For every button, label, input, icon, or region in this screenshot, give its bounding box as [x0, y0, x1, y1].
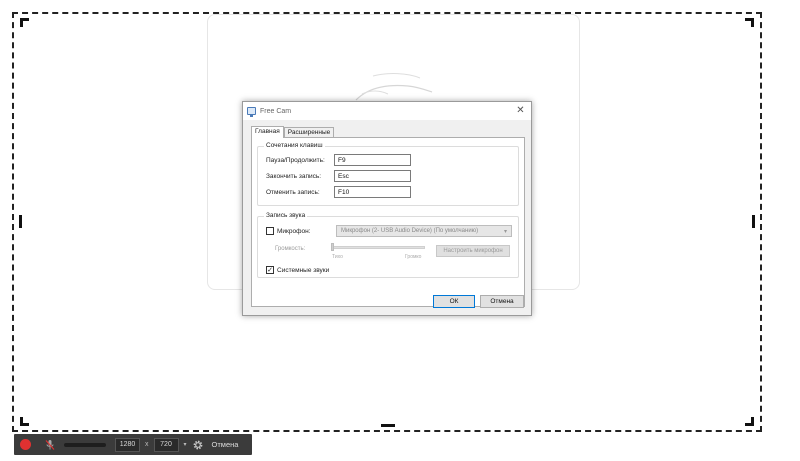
sound-group-title: Запись звука [264, 212, 308, 219]
volume-slider-track[interactable] [331, 246, 425, 249]
volume-label: Громкость: [275, 246, 306, 252]
record-icon[interactable] [20, 439, 31, 450]
volume-min-label: Тихо [332, 254, 343, 260]
hotkey-row-pause: Пауза/Продолжить: [266, 154, 411, 166]
corner-handle-bottom-right[interactable] [745, 417, 754, 426]
checkbox-check-icon: ✓ [267, 266, 273, 274]
hotkey-pause-input[interactable] [334, 154, 411, 166]
microphone-label: Микрофон: [277, 227, 311, 235]
tab-panel-main: Сочетания клавиш Пауза/Продолжить: Закон… [251, 137, 525, 307]
microphone-checkbox[interactable] [266, 227, 274, 235]
width-input[interactable]: 1280 [115, 437, 140, 452]
gear-icon[interactable] [192, 439, 204, 451]
dialog-title: Free Cam [260, 107, 292, 115]
corner-handle-bottom-left[interactable] [20, 417, 29, 426]
volume-level-bar[interactable] [64, 442, 106, 447]
volume-slider-thumb[interactable] [331, 243, 334, 251]
ok-button[interactable]: ОК [433, 295, 475, 308]
toolbar-cancel-button[interactable]: Отмена [212, 440, 239, 449]
hotkey-cancel-input[interactable] [334, 186, 411, 198]
tab-main[interactable]: Главная [251, 126, 284, 138]
hotkey-cancel-label: Отменить запись: [266, 188, 320, 196]
edge-handle-right[interactable] [752, 215, 755, 228]
mic-muted-icon[interactable] [44, 439, 56, 451]
height-input[interactable]: 720 [153, 437, 179, 452]
configure-microphone-button[interactable]: Настроить микрофон [436, 245, 510, 257]
chevron-down-icon[interactable]: ▾ [184, 441, 187, 448]
free-cam-settings-dialog: Free Cam ✕ Главная Расширенные Сочетания… [242, 101, 532, 316]
microphone-device-value: Микрофон (2- USB Audio Device) (По умолч… [341, 228, 479, 234]
microphone-device-select[interactable]: Микрофон (2- USB Audio Device) (По умолч… [336, 225, 512, 237]
corner-handle-top-left[interactable] [20, 18, 29, 27]
system-sounds-row: ✓ Системные звуки [266, 266, 329, 274]
system-sounds-checkbox[interactable]: ✓ [266, 266, 274, 274]
hotkey-row-cancel: Отменить запись: [266, 186, 411, 198]
volume-max-label: Громко [405, 254, 422, 260]
hotkey-row-stop: Закончить запись: [266, 170, 411, 182]
dialog-titlebar[interactable]: Free Cam ✕ [243, 102, 531, 120]
cancel-button[interactable]: Отмена [480, 295, 524, 308]
edge-handle-left[interactable] [19, 215, 22, 228]
hotkey-pause-label: Пауза/Продолжить: [266, 156, 325, 164]
system-sounds-label: Системные звуки [277, 266, 330, 274]
corner-handle-top-right[interactable] [745, 18, 754, 27]
close-icon[interactable]: ✕ [514, 104, 527, 117]
hotkeys-group: Сочетания клавиш Пауза/Продолжить: Закон… [257, 142, 519, 206]
times-sign: x [145, 441, 149, 448]
hotkeys-group-title: Сочетания клавиш [264, 142, 325, 149]
chevron-down-icon: ▾ [503, 228, 507, 235]
hotkey-stop-input[interactable] [334, 170, 411, 182]
microphone-row: Микрофон: Микрофон (2- USB Audio Device)… [266, 225, 512, 237]
sound-recording-group: Запись звука Микрофон: Микрофон (2- USB … [257, 212, 519, 278]
app-icon [247, 107, 256, 117]
recording-toolbar: 1280 x 720 ▾ Отмена [14, 434, 252, 455]
hotkey-stop-label: Закончить запись: [266, 172, 322, 180]
edge-handle-bottom[interactable] [381, 424, 395, 427]
